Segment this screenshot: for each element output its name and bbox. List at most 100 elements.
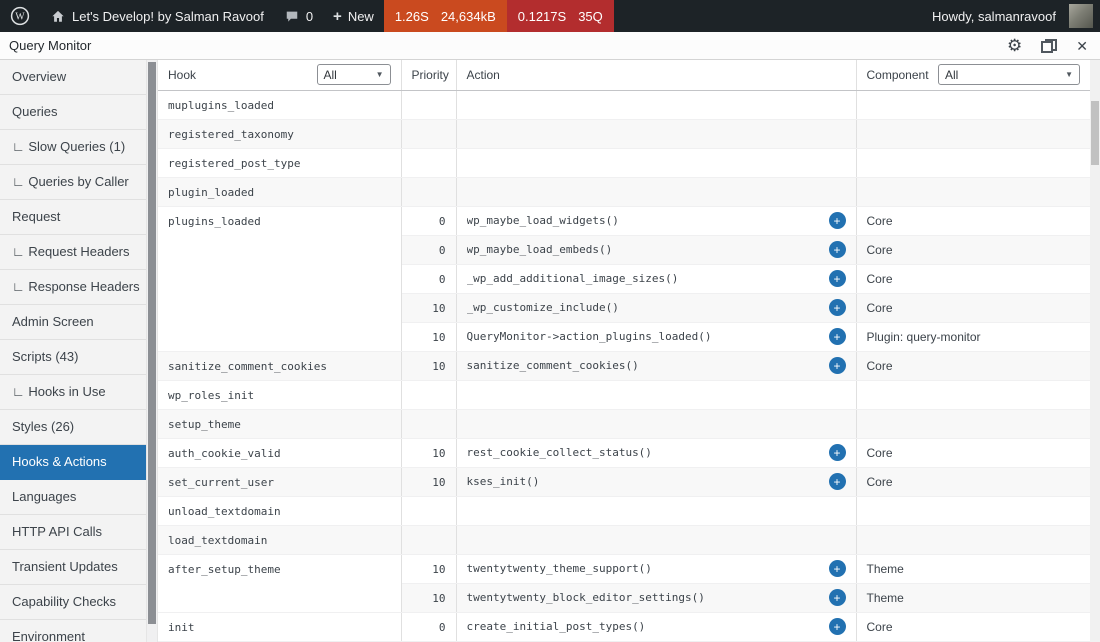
expand-action-button[interactable]: + xyxy=(829,357,846,374)
priority-cell: 0 xyxy=(401,235,456,264)
hooks-table-row: load_textdomain xyxy=(158,525,1090,554)
comments-link[interactable]: 0 xyxy=(274,0,323,32)
sidebar-item[interactable]: Capability Checks xyxy=(0,585,146,620)
expand-action-button[interactable]: + xyxy=(829,473,846,490)
action-cell: sanitize_comment_cookies()+ xyxy=(456,351,856,380)
hooks-table-row: init0 create_initial_post_types() + Core xyxy=(158,612,1090,641)
hook-name-cell: unload_textdomain xyxy=(158,496,401,525)
hooks-table-row: plugins_loaded0wp_maybe_load_widgets()+C… xyxy=(158,206,1090,235)
component-cell xyxy=(856,90,1090,119)
site-name-link[interactable]: Let's Develop! by Salman Ravoof xyxy=(40,0,274,32)
sidebar-item[interactable]: HTTP API Calls xyxy=(0,515,146,550)
howdy-account-link[interactable]: Howdy, salmanravoof xyxy=(922,0,1100,32)
qm-main: OverviewQueries∟ Slow Queries (1)∟ Queri… xyxy=(0,60,1100,642)
hook-name-cell: setup_theme xyxy=(158,409,401,438)
priority-cell: 10 xyxy=(401,438,456,467)
sidebar-item[interactable]: ∟ Slow Queries (1) xyxy=(0,130,146,165)
expand-action-button[interactable]: + xyxy=(829,328,846,345)
action-cell xyxy=(456,90,856,119)
priority-column-header: Priority xyxy=(401,60,456,90)
expand-action-button[interactable]: + xyxy=(829,444,846,461)
action-cell: wp_maybe_load_embeds() + xyxy=(456,235,856,264)
sidebar-item[interactable]: ∟ Response Headers xyxy=(0,270,146,305)
sidebar-item[interactable]: Styles (26) xyxy=(0,410,146,445)
sidebar-item[interactable]: Hooks & Actions xyxy=(0,445,146,480)
priority-cell: 0 xyxy=(401,612,456,641)
qm-memory: 24,634kB xyxy=(441,9,496,24)
action-cell xyxy=(456,380,856,409)
comments-count: 0 xyxy=(306,9,313,24)
priority-cell: 0 xyxy=(401,264,456,293)
hook-name-cell: plugin_loaded xyxy=(158,177,401,206)
expand-action-button[interactable]: + xyxy=(829,589,846,606)
sidebar-item[interactable]: Queries xyxy=(0,95,146,130)
sidebar-item[interactable]: Request xyxy=(0,200,146,235)
hook-name-cell: registered_post_type xyxy=(158,148,401,177)
content-scrollbar[interactable] xyxy=(1090,60,1100,642)
new-content-label: New xyxy=(348,9,374,24)
qm-title-actions: ⚙ ✕ xyxy=(1007,37,1088,54)
sidebar-item[interactable]: Scripts (43) xyxy=(0,340,146,375)
expand-action-button[interactable]: + xyxy=(829,212,846,229)
hook-name-cell: after_setup_theme xyxy=(158,554,401,612)
avatar xyxy=(1069,4,1093,28)
sidebar-item[interactable]: ∟ Hooks in Use xyxy=(0,375,146,410)
component-cell: Core xyxy=(856,264,1090,293)
settings-gear-icon[interactable]: ⚙ xyxy=(1007,37,1022,54)
hooks-table-row: sanitize_comment_cookies10sanitize_comme… xyxy=(158,351,1090,380)
hook-name-cell: init xyxy=(158,612,401,641)
sidebar-item[interactable]: ∟ Request Headers xyxy=(0,235,146,270)
component-cell: Plugin: query-monitor xyxy=(856,322,1090,351)
qm-panel-title: Query Monitor xyxy=(9,38,91,53)
action-name: create_initial_post_types() xyxy=(467,620,646,633)
component-cell: Core xyxy=(856,293,1090,322)
sidebar-scrollbar[interactable] xyxy=(146,60,158,642)
hook-name-cell: wp_roles_init xyxy=(158,380,401,409)
hook-name-cell: auth_cookie_valid xyxy=(158,438,401,467)
action-name: QueryMonitor->action_plugins_loaded() xyxy=(467,330,712,343)
expand-action-button[interactable]: + xyxy=(829,299,846,316)
query-monitor-adminbar-button[interactable]: 1.26S 24,634kB 0.1217S 35Q xyxy=(384,0,614,32)
priority-cell xyxy=(401,119,456,148)
component-column-header: Component xyxy=(867,68,929,82)
component-cell: Core xyxy=(856,438,1090,467)
sidebar-item[interactable]: Admin Screen xyxy=(0,305,146,340)
qm-hooks-panel: Hook All ▼ Priority Action Compone xyxy=(158,60,1090,642)
component-cell: Core xyxy=(856,612,1090,641)
priority-cell xyxy=(401,380,456,409)
action-cell: rest_cookie_collect_status()+ xyxy=(456,438,856,467)
query-monitor-screen: W Let's Develop! by Salman Ravoof 0 + Ne… xyxy=(0,0,1100,642)
hook-filter-select[interactable]: All ▼ xyxy=(317,64,391,85)
plus-icon: + xyxy=(333,9,342,24)
qm-query-count: 35Q xyxy=(578,9,603,24)
admin-bar-right: Howdy, salmanravoof xyxy=(922,0,1100,32)
expand-action-button[interactable]: + xyxy=(829,618,846,635)
wordpress-menu-button[interactable]: W xyxy=(0,0,40,32)
toggle-panel-position-icon[interactable] xyxy=(1041,39,1057,53)
component-filter-select[interactable]: All ▼ xyxy=(938,64,1080,85)
sidebar-item[interactable]: Transient Updates xyxy=(0,550,146,585)
qm-title-bar: Query Monitor ⚙ ✕ xyxy=(0,32,1100,60)
action-cell: twentytwenty_block_editor_settings()+ xyxy=(456,583,856,612)
action-name: wp_maybe_load_embeds() xyxy=(467,243,613,256)
new-content-link[interactable]: + New xyxy=(323,0,384,32)
action-cell xyxy=(456,148,856,177)
hook-name-cell: set_current_user xyxy=(158,467,401,496)
expand-action-button[interactable]: + xyxy=(829,270,846,287)
component-filter-value: All xyxy=(945,68,958,82)
component-cell: Core xyxy=(856,206,1090,235)
priority-cell xyxy=(401,409,456,438)
sidebar-item[interactable]: Languages xyxy=(0,480,146,515)
action-cell: create_initial_post_types() + xyxy=(456,612,856,641)
close-icon[interactable]: ✕ xyxy=(1076,39,1088,53)
expand-action-button[interactable]: + xyxy=(829,560,846,577)
sidebar-item[interactable]: Overview xyxy=(0,60,146,95)
sidebar-scrollbar-thumb[interactable] xyxy=(148,62,156,624)
expand-action-button[interactable]: + xyxy=(829,241,846,258)
sidebar-item[interactable]: ∟ Queries by Caller xyxy=(0,165,146,200)
action-cell: kses_init()+ xyxy=(456,467,856,496)
content-scrollbar-thumb[interactable] xyxy=(1091,101,1099,165)
sidebar-item[interactable]: Environment xyxy=(0,620,146,642)
action-cell: QueryMonitor->action_plugins_loaded() + xyxy=(456,322,856,351)
hook-filter-value: All xyxy=(324,68,337,82)
